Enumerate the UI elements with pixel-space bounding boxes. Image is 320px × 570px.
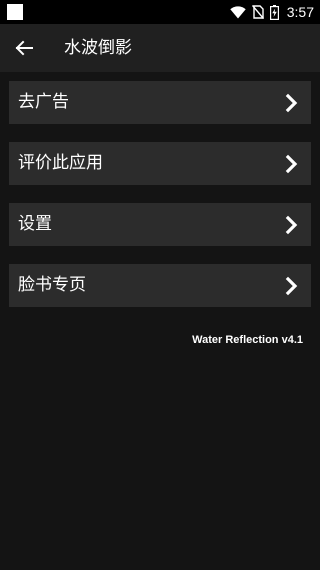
notification-icon xyxy=(7,4,23,20)
menu-item-rate-app[interactable]: 评价此应用 xyxy=(9,142,311,185)
menu-item-label: 去广告 xyxy=(18,92,69,112)
settings-menu: 去广告 评价此应用 设置 脸书专页 xyxy=(9,81,311,325)
arrow-left-icon xyxy=(15,40,33,56)
version-label: Water Reflection v4.1 xyxy=(192,334,303,346)
menu-item-settings[interactable]: 设置 xyxy=(9,203,311,246)
menu-item-facebook-page[interactable]: 脸书专页 xyxy=(9,264,311,307)
wifi-icon xyxy=(230,5,246,18)
page-title: 水波倒影 xyxy=(64,38,132,58)
status-time: 3:57 xyxy=(286,4,314,20)
status-icons: 3:57 xyxy=(230,0,314,24)
back-button[interactable] xyxy=(10,35,38,61)
menu-item-label: 设置 xyxy=(18,214,52,234)
menu-item-remove-ads[interactable]: 去广告 xyxy=(9,81,311,124)
no-sim-icon xyxy=(251,5,264,19)
chevron-right-icon xyxy=(285,93,298,113)
app-bar: 水波倒影 xyxy=(0,24,320,72)
status-bar: 3:57 xyxy=(0,0,320,24)
chevron-right-icon xyxy=(285,154,298,174)
menu-item-label: 脸书专页 xyxy=(18,275,86,295)
menu-item-label: 评价此应用 xyxy=(18,153,103,173)
chevron-right-icon xyxy=(285,215,298,235)
chevron-right-icon xyxy=(285,276,298,296)
battery-charging-icon xyxy=(269,4,279,20)
